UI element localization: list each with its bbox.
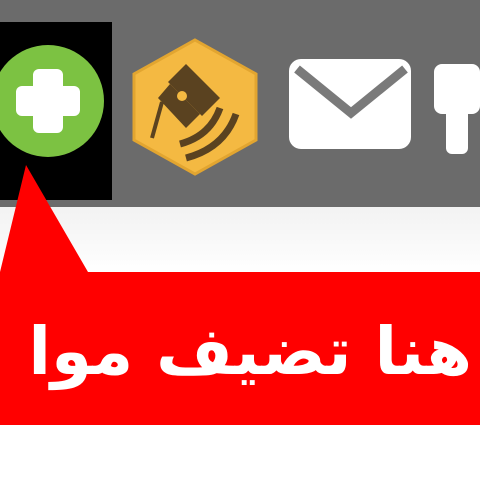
envelope-icon: [289, 59, 411, 149]
add-button[interactable]: [0, 22, 112, 200]
plus-circle-icon: [0, 45, 104, 157]
pen-nib-hexagon-icon: [132, 38, 258, 176]
messages-button[interactable]: [285, 55, 417, 155]
partial-toolbar-icon: [434, 64, 480, 154]
callout-text: هنا تضيف موا: [28, 313, 472, 390]
toolbar-lower-strip: [0, 207, 480, 273]
toolbar-button-partial[interactable]: [428, 62, 480, 162]
pen-tool-button[interactable]: [128, 36, 262, 178]
